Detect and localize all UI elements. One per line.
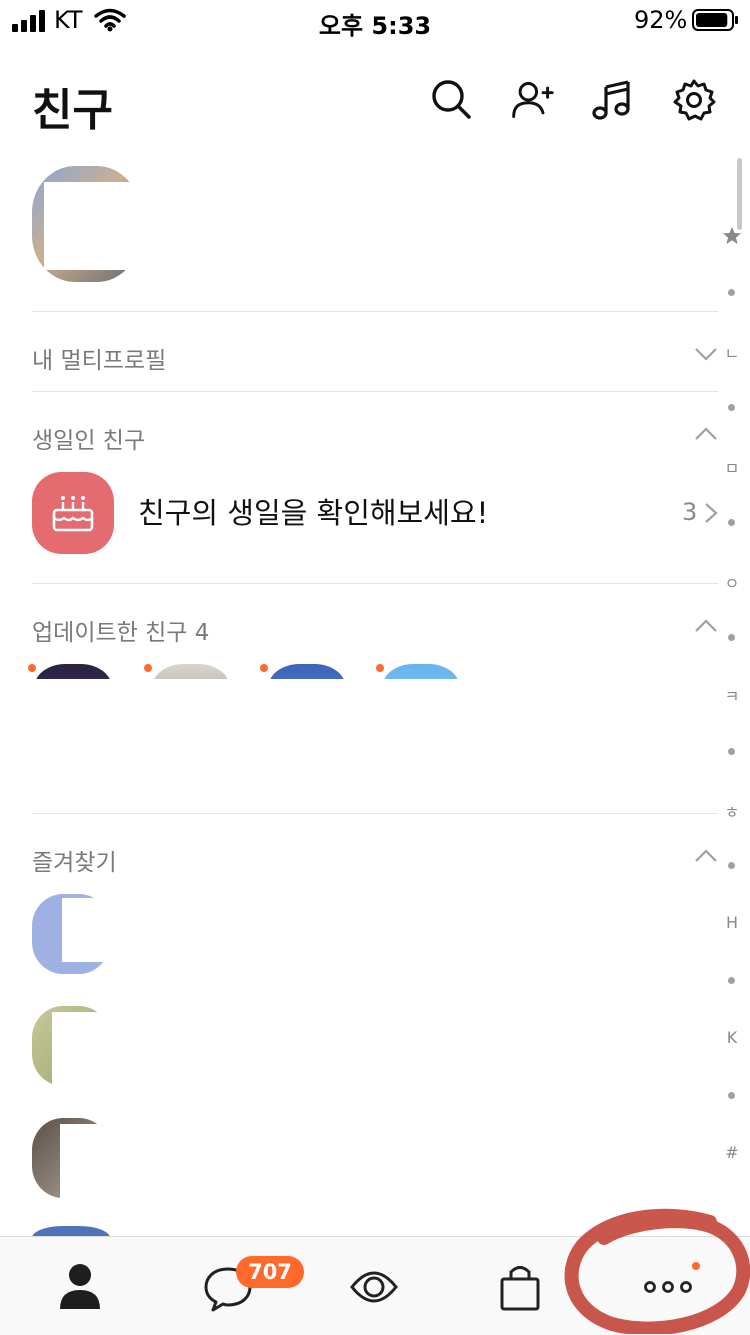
divider bbox=[32, 813, 718, 814]
index-letter[interactable]: ㄴ bbox=[716, 340, 748, 364]
birthday-item[interactable] bbox=[32, 472, 114, 554]
star-icon[interactable] bbox=[722, 226, 742, 246]
chevron-right-icon[interactable] bbox=[704, 502, 718, 524]
index-letter[interactable]: # bbox=[716, 1143, 748, 1162]
birthday-prompt[interactable]: 친구의 생일을 확인해보세요! bbox=[138, 490, 488, 532]
index-dot[interactable] bbox=[728, 748, 735, 755]
index-dot[interactable] bbox=[728, 977, 735, 984]
add-friend-icon[interactable] bbox=[510, 78, 554, 122]
index-letter[interactable]: K bbox=[716, 1028, 748, 1047]
battery-icon bbox=[692, 9, 738, 31]
index-letter[interactable]: H bbox=[716, 913, 748, 932]
index-letter[interactable]: ㅁ bbox=[716, 455, 748, 479]
battery-percent: 92% bbox=[634, 6, 688, 34]
redaction-mask bbox=[60, 1124, 120, 1200]
page-title: 친구 bbox=[32, 85, 113, 136]
index-letter[interactable]: ㅋ bbox=[716, 683, 748, 707]
music-icon[interactable] bbox=[590, 78, 634, 122]
section-label-updated[interactable]: 업데이트한 친구 4 bbox=[32, 613, 209, 647]
new-update-dot bbox=[28, 664, 36, 672]
chevron-down-icon[interactable] bbox=[694, 347, 718, 361]
view-tab-icon[interactable] bbox=[344, 1259, 404, 1315]
status-bar: KT 오후 5:33 92% bbox=[0, 0, 750, 40]
shopping-tab-icon[interactable] bbox=[490, 1259, 550, 1315]
divider bbox=[32, 311, 718, 312]
index-letter[interactable]: ㅎ bbox=[716, 799, 748, 823]
search-icon[interactable] bbox=[430, 78, 474, 122]
annotation-circle bbox=[564, 1208, 750, 1334]
scroll-thumb[interactable] bbox=[737, 158, 742, 230]
index-dot[interactable] bbox=[728, 634, 735, 641]
divider bbox=[32, 583, 718, 584]
redaction-mask bbox=[62, 898, 122, 962]
new-update-dot bbox=[260, 664, 268, 672]
chat-unread-badge: 707 bbox=[236, 1256, 304, 1288]
chevron-up-icon[interactable] bbox=[694, 619, 718, 633]
cake-icon bbox=[52, 496, 94, 532]
new-update-dot bbox=[376, 664, 384, 672]
section-label-birthday[interactable]: 생일인 친구 bbox=[32, 421, 145, 455]
friends-tab-icon[interactable] bbox=[50, 1259, 110, 1315]
redaction-mask bbox=[30, 679, 714, 783]
index-dot[interactable] bbox=[728, 1092, 735, 1099]
index-letter[interactable]: ㅇ bbox=[716, 570, 748, 594]
section-label-multi-profile[interactable]: 내 멀티프로필 bbox=[32, 341, 166, 375]
index-dot[interactable] bbox=[728, 289, 735, 296]
section-label-favorites[interactable]: 즐겨찾기 bbox=[32, 843, 117, 877]
new-update-dot bbox=[144, 664, 152, 672]
redaction-mask bbox=[52, 1012, 122, 1090]
chevron-up-icon[interactable] bbox=[694, 427, 718, 441]
redaction-mask bbox=[44, 182, 258, 270]
index-dot[interactable] bbox=[728, 862, 735, 869]
index-dot[interactable] bbox=[728, 519, 735, 526]
index-dot[interactable] bbox=[728, 404, 735, 411]
chevron-up-icon[interactable] bbox=[694, 849, 718, 863]
settings-icon[interactable] bbox=[672, 78, 716, 122]
birthday-count: 3 bbox=[682, 498, 698, 526]
divider bbox=[32, 391, 718, 392]
